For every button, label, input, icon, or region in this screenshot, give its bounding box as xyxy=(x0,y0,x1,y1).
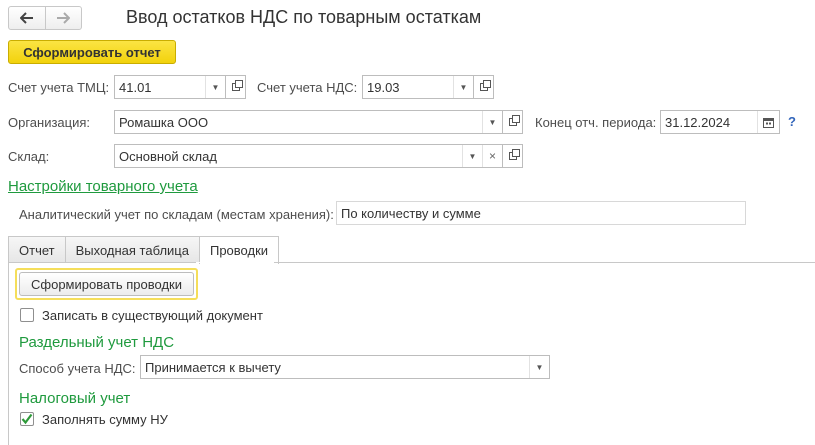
clear-icon[interactable]: × xyxy=(482,145,502,167)
fill-nu-checkbox[interactable] xyxy=(20,412,34,426)
vat-method-value: Принимается к вычету xyxy=(145,359,281,375)
page-title: Ввод остатков НДС по товарным остаткам xyxy=(126,7,482,27)
tmc-account-label: Счет учета ТМЦ: xyxy=(8,80,110,95)
forward-button[interactable] xyxy=(44,7,82,29)
tab-report[interactable]: Отчет xyxy=(8,236,66,263)
write-existing-checkbox[interactable] xyxy=(20,308,34,322)
tmc-account-field[interactable]: 41.01 ▼ xyxy=(114,75,226,99)
analytic-accounting-value: По количеству и сумме xyxy=(336,201,746,225)
tab-output-table[interactable]: Выходная таблица xyxy=(64,236,200,263)
chevron-down-icon[interactable]: ▼ xyxy=(453,76,473,98)
open-icon xyxy=(231,80,243,91)
vat-account-value: 19.03 xyxy=(367,79,400,95)
warehouse-open-button[interactable] xyxy=(503,144,523,168)
fill-nu-label: Заполнять сумму НУ xyxy=(42,412,168,427)
tab-bar: Отчет Выходная таблица Проводки xyxy=(8,236,280,264)
back-button[interactable] xyxy=(9,7,45,29)
panel-border xyxy=(8,262,9,445)
warehouse-label: Склад: xyxy=(8,149,50,164)
arrow-right-icon xyxy=(57,12,71,24)
vat-method-label: Способ учета НДС: xyxy=(19,361,136,376)
analytic-accounting-label: Аналитический учет по складам (местам хр… xyxy=(19,207,334,222)
help-icon[interactable]: ? xyxy=(788,114,796,129)
organization-value: Ромашка ООО xyxy=(119,114,209,130)
inventory-settings-link[interactable]: Настройки товарного учета xyxy=(8,178,198,195)
nav-buttons xyxy=(8,6,82,30)
period-end-label: Конец отч. периода: xyxy=(535,115,657,130)
warehouse-value: Основной склад xyxy=(119,148,217,164)
organization-open-button[interactable] xyxy=(503,110,523,134)
tmc-account-open-button[interactable] xyxy=(226,75,246,99)
active-tab-gap xyxy=(196,262,274,263)
open-icon xyxy=(479,80,491,91)
tax-accounting-heading: Налоговый учет xyxy=(19,390,131,407)
arrow-left-icon xyxy=(19,12,33,24)
write-existing-label: Записать в существующий документ xyxy=(42,308,263,323)
organization-field[interactable]: Ромашка ООО ▼ xyxy=(114,110,503,134)
period-end-value: 31.12.2024 xyxy=(665,114,731,130)
tmc-account-value: 41.01 xyxy=(119,79,152,95)
tab-postings[interactable]: Проводки xyxy=(198,236,280,264)
organization-label: Организация: xyxy=(8,115,91,130)
checkmark-icon xyxy=(21,413,33,425)
warehouse-field[interactable]: Основной склад ▼ × xyxy=(114,144,503,168)
vat-account-field[interactable]: 19.03 ▼ xyxy=(362,75,474,99)
chevron-down-icon[interactable]: ▼ xyxy=(482,111,502,133)
open-icon xyxy=(508,149,520,160)
tab-divider xyxy=(8,262,815,263)
chevron-down-icon[interactable]: ▼ xyxy=(205,76,225,98)
calendar-icon[interactable] xyxy=(757,111,779,133)
separate-vat-heading: Раздельный учет НДС xyxy=(19,334,175,351)
chevron-down-icon[interactable]: ▼ xyxy=(462,145,482,167)
generate-postings-button[interactable]: Сформировать проводки xyxy=(19,272,194,296)
period-end-field[interactable]: 31.12.2024 xyxy=(660,110,780,134)
vat-method-field[interactable]: Принимается к вычету ▼ xyxy=(140,355,550,379)
vat-account-label: Счет учета НДС: xyxy=(257,80,358,95)
open-icon xyxy=(508,115,520,126)
vat-account-open-button[interactable] xyxy=(474,75,494,99)
chevron-down-icon[interactable]: ▼ xyxy=(529,356,549,378)
generate-report-button[interactable]: Сформировать отчет xyxy=(8,40,176,64)
